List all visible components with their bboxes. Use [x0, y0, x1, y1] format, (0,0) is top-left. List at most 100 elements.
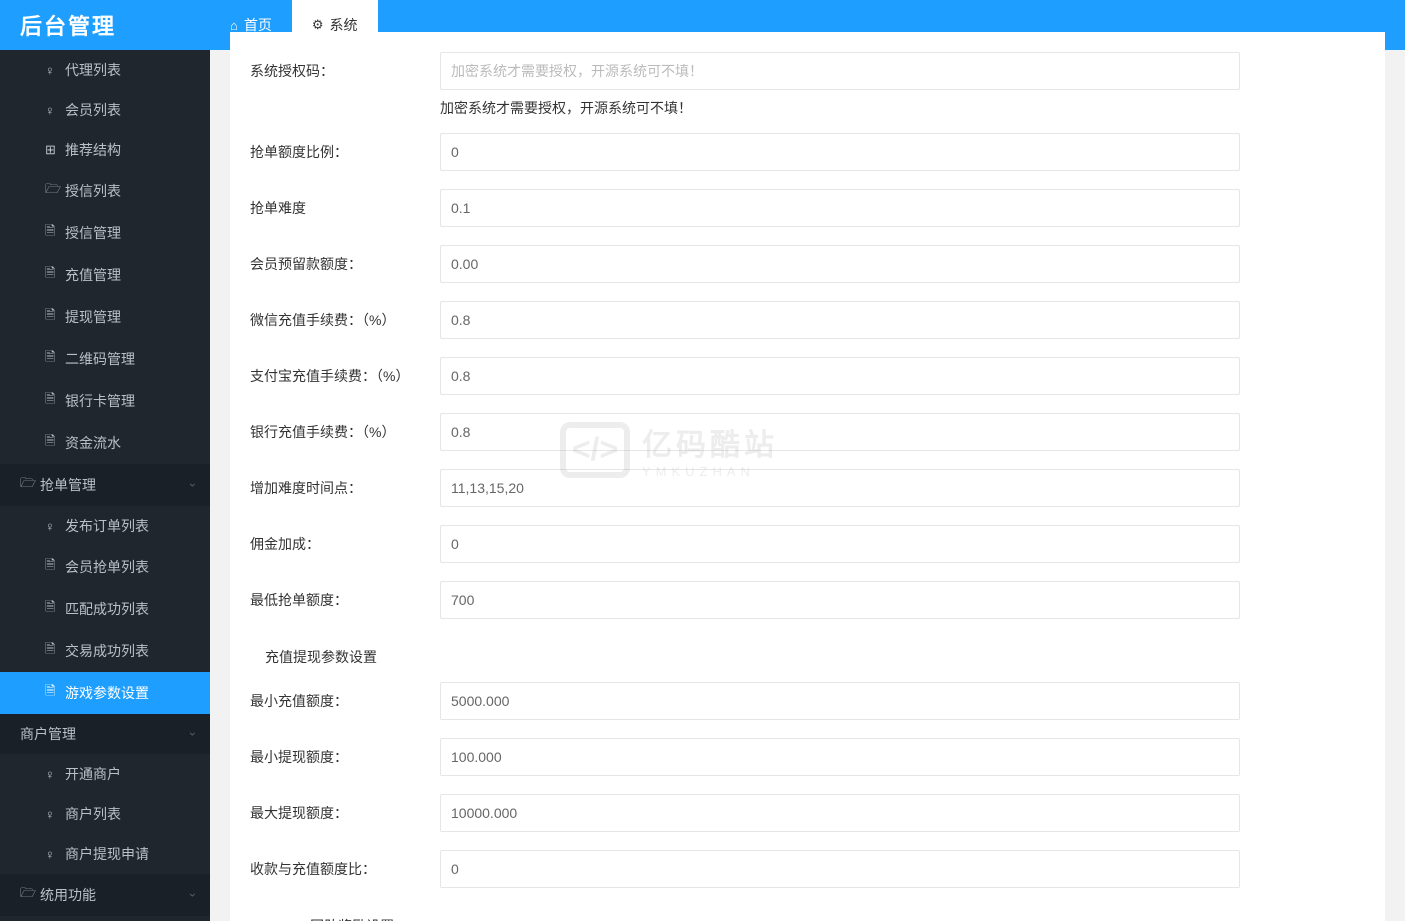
- nav-merchant-withdraw-apply[interactable]: ♀商户提现申请: [0, 834, 210, 874]
- input-min-withdraw[interactable]: [440, 738, 1240, 776]
- input-receipt-ratio[interactable]: [440, 850, 1240, 888]
- file-icon: 🗎: [45, 390, 65, 412]
- label-min-withdraw: 最小提现额度：: [250, 747, 440, 767]
- input-commission-bonus[interactable]: [440, 525, 1240, 563]
- nav-label: 游戏参数设置: [65, 683, 149, 703]
- user-icon: ♀: [45, 63, 65, 78]
- nav-withdraw-manage[interactable]: 🗎提现管理: [0, 296, 210, 338]
- nav-member-grab-list[interactable]: 🗎会员抢单列表: [0, 546, 210, 588]
- input-reserve-amount[interactable]: [440, 245, 1240, 283]
- nav-label: 匹配成功列表: [65, 599, 149, 619]
- nav-trade-success-list[interactable]: 🗎交易成功列表: [0, 630, 210, 672]
- nav-fund-flow[interactable]: 🗎资金流水: [0, 422, 210, 464]
- nav-label: 授信列表: [65, 181, 121, 201]
- user-icon: ♀: [45, 103, 65, 118]
- home-icon: ⌂: [230, 18, 238, 33]
- section-deposit-withdraw: 充值提现参数设置: [250, 637, 1365, 682]
- nav-merchant-list[interactable]: ♀商户列表: [0, 794, 210, 834]
- nav-qrcode-manage[interactable]: 🗎二维码管理: [0, 338, 210, 380]
- input-min-grab-amount[interactable]: [440, 581, 1240, 619]
- input-alipay-fee[interactable]: [440, 357, 1240, 395]
- nav-recommend-structure[interactable]: ⊞推荐结构: [0, 130, 210, 170]
- chevron-down-icon: ›: [186, 893, 200, 897]
- nav-label: 统用功能: [40, 885, 96, 905]
- nav-label: 二维码管理: [65, 349, 135, 369]
- label-difficulty-time: 增加难度时间点：: [250, 478, 440, 498]
- input-max-withdraw[interactable]: [440, 794, 1240, 832]
- nav-credit-list[interactable]: 🗁授信列表: [0, 170, 210, 212]
- label-wechat-fee: 微信充值手续费：（%）: [250, 310, 440, 330]
- gear-icon: ⚙: [312, 17, 324, 33]
- label-receipt-ratio: 收款与充值额度比：: [250, 859, 440, 879]
- nav-label: 代理列表: [65, 60, 121, 80]
- file-icon: 🗎: [45, 222, 65, 244]
- nav-label: 提现管理: [65, 307, 121, 327]
- nav-label: 资金流水: [65, 433, 121, 453]
- main-content: 系统授权码： 加密系统才需要授权，开源系统可不填！ 抢单额度比例： 抢单难度 会…: [210, 32, 1405, 921]
- label-alipay-fee: 支付宝充值手续费：（%）: [250, 366, 440, 386]
- nav-label: 银行卡管理: [65, 391, 135, 411]
- label-reserve-amount: 会员预留款额度：: [250, 254, 440, 274]
- nav-open-merchant[interactable]: ♀开通商户: [0, 754, 210, 794]
- file-icon: 🗎: [45, 556, 65, 578]
- file-icon: 🗎: [45, 682, 65, 704]
- nav-publish-order-list[interactable]: ♀发布订单列表: [0, 506, 210, 546]
- nav-label: 充值管理: [65, 265, 121, 285]
- grid-icon: ⊞: [45, 142, 65, 158]
- input-grab-difficulty[interactable]: [440, 189, 1240, 227]
- folder-icon: 🗁: [20, 474, 40, 496]
- nav-deposit-manage[interactable]: 🗎充值管理: [0, 254, 210, 296]
- input-difficulty-time[interactable]: [440, 469, 1240, 507]
- input-auth-code[interactable]: [440, 52, 1240, 90]
- nav-password-change[interactable]: 🗁密码修改: [0, 916, 210, 921]
- file-icon: 🗎: [45, 432, 65, 454]
- input-bank-fee[interactable]: [440, 413, 1240, 451]
- nav-label: 抢单管理: [40, 475, 96, 495]
- nav-label: 商户提现申请: [65, 844, 149, 864]
- nav-label: 开通商户: [65, 764, 121, 784]
- input-min-deposit[interactable]: [440, 682, 1240, 720]
- input-grab-ratio[interactable]: [440, 133, 1240, 171]
- nav-bankcard-manage[interactable]: 🗎银行卡管理: [0, 380, 210, 422]
- file-icon: 🗎: [45, 598, 65, 620]
- nav-member-list[interactable]: ♀会员列表: [0, 90, 210, 130]
- nav-group-common[interactable]: 🗁统用功能 ›: [0, 874, 210, 916]
- nav-game-param-settings[interactable]: 🗎游戏参数设置: [0, 672, 210, 714]
- nav-label: 商户列表: [65, 804, 121, 824]
- user-icon: ♀: [45, 847, 65, 862]
- nav-label: 授信管理: [65, 223, 121, 243]
- input-wechat-fee[interactable]: [440, 301, 1240, 339]
- section-team-reward: tx_yeb 团队奖励设置: [250, 906, 1365, 921]
- label-max-withdraw: 最大提现额度：: [250, 803, 440, 823]
- nav-credit-manage[interactable]: 🗎授信管理: [0, 212, 210, 254]
- sidebar-nav: ♀代理列表 ♀会员列表 ⊞推荐结构 🗁授信列表 🗎授信管理 🗎充值管理 🗎提现管…: [0, 50, 210, 921]
- help-auth-code: 加密系统才需要授权，开源系统可不填！: [440, 98, 1365, 118]
- nav-match-success-list[interactable]: 🗎匹配成功列表: [0, 588, 210, 630]
- nav-group-grab[interactable]: 🗁抢单管理 ›: [0, 464, 210, 506]
- user-icon: ♀: [45, 519, 65, 534]
- nav-label: 交易成功列表: [65, 641, 149, 661]
- nav-label: 商户管理: [20, 724, 76, 744]
- folder-icon: 🗁: [45, 180, 65, 202]
- nav-agent-list[interactable]: ♀代理列表: [0, 50, 210, 90]
- label-min-deposit: 最小充值额度：: [250, 691, 440, 711]
- file-icon: 🗎: [45, 640, 65, 662]
- nav-label: 发布订单列表: [65, 516, 149, 536]
- logo: 后台管理: [0, 0, 210, 50]
- label-min-grab-amount: 最低抢单额度：: [250, 590, 440, 610]
- nav-label: 会员抢单列表: [65, 557, 149, 577]
- file-icon: 🗎: [45, 306, 65, 328]
- file-icon: 🗎: [45, 264, 65, 286]
- label-grab-ratio: 抢单额度比例：: [250, 142, 440, 162]
- label-bank-fee: 银行充值手续费：（%）: [250, 422, 440, 442]
- chevron-down-icon: ›: [186, 732, 200, 736]
- nav-label: 推荐结构: [65, 140, 121, 160]
- file-icon: 🗎: [45, 348, 65, 370]
- label-commission-bonus: 佣金加成：: [250, 534, 440, 554]
- nav-label: 会员列表: [65, 100, 121, 120]
- label-auth-code: 系统授权码：: [250, 61, 440, 81]
- label-grab-difficulty: 抢单难度: [250, 198, 440, 218]
- chevron-down-icon: ›: [186, 483, 200, 487]
- folder-icon: 🗁: [20, 884, 40, 906]
- nav-group-merchant[interactable]: 商户管理 ›: [0, 714, 210, 754]
